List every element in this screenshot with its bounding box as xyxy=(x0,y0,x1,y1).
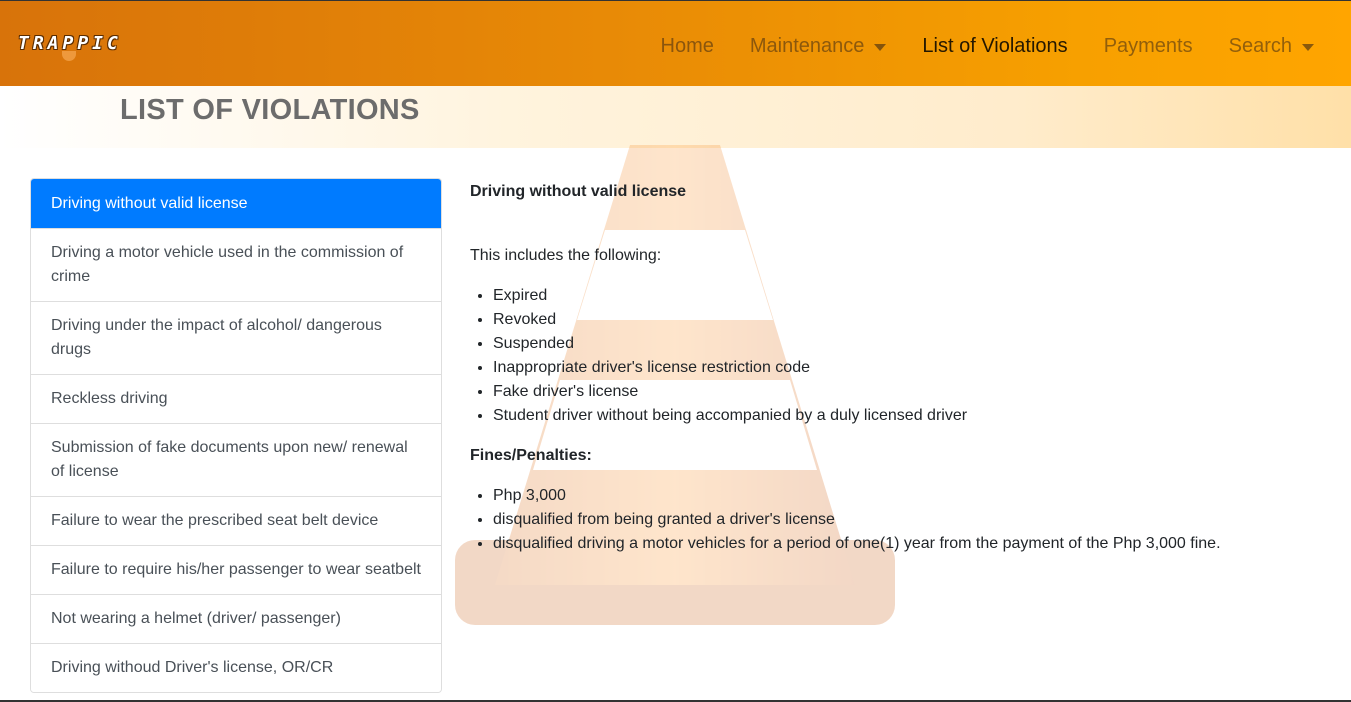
nav-item-payments[interactable]: Payments xyxy=(1104,35,1193,58)
list-item-violation[interactable]: Reckless driving xyxy=(31,374,441,423)
page-title: LIST OF VIOLATIONS xyxy=(120,94,420,126)
list-item: Expired xyxy=(493,284,1330,308)
nav-item-maintenance[interactable]: Maintenance xyxy=(750,35,887,58)
list-item-violation[interactable]: Driving under the impact of alcohol/ dan… xyxy=(31,301,441,374)
list-item: disqualified driving a motor vehicles fo… xyxy=(493,532,1330,556)
nav-menu: Home Maintenance List of Violations Paym… xyxy=(661,31,1351,61)
list-item: Suspended xyxy=(493,332,1330,356)
chevron-down-icon xyxy=(1302,43,1314,51)
violations-list: Driving without valid license Driving a … xyxy=(30,178,442,693)
penalties-list: Php 3,000 disqualified from being grante… xyxy=(470,484,1330,556)
list-item-violation[interactable]: Failure to wear the prescribed seat belt… xyxy=(31,496,441,545)
detail-title: Driving without valid license xyxy=(470,183,687,200)
top-navbar: TRAPPIC Home Maintenance List of Violati… xyxy=(0,0,1351,86)
nav-item-list-of-violations[interactable]: List of Violations xyxy=(922,35,1067,58)
list-item-violation[interactable]: Submission of fake documents upon new/ r… xyxy=(31,423,441,496)
list-item-violation[interactable]: Driving without valid license xyxy=(31,179,441,228)
includes-list: Expired Revoked Suspended Inappropriate … xyxy=(470,284,1330,428)
list-item: Revoked xyxy=(493,308,1330,332)
list-item: Student driver without being accompanied… xyxy=(493,404,1330,428)
nav-label: Payments xyxy=(1103,34,1193,57)
list-item-violation[interactable]: Not wearing a helmet (driver/ passenger) xyxy=(31,594,441,643)
list-item-violation[interactable]: Driving withoud Driver's license, OR/CR xyxy=(31,643,441,692)
detail-intro: This includes the following: xyxy=(470,247,662,264)
list-item: Fake driver's license xyxy=(493,380,1330,404)
nav-item-search[interactable]: Search xyxy=(1229,35,1314,58)
violation-detail-panel: Driving without valid license This inclu… xyxy=(470,180,1330,572)
list-item-violation[interactable]: Failure to require his/her passenger to … xyxy=(31,545,441,594)
list-item-violation[interactable]: Driving a motor vehicle used in the comm… xyxy=(31,228,441,301)
nav-item-home[interactable]: Home xyxy=(661,35,714,58)
nav-label: List of Violations xyxy=(922,34,1068,57)
list-item: Inappropriate driver's license restricti… xyxy=(493,356,1330,380)
list-item: Php 3,000 xyxy=(493,484,1330,508)
brand-cone-icon xyxy=(62,51,76,61)
nav-label: Maintenance xyxy=(749,34,865,57)
chevron-down-icon xyxy=(874,43,887,51)
nav-label: Search xyxy=(1228,34,1292,57)
nav-label: Home xyxy=(660,34,714,57)
penalties-title: Fines/Penalties: xyxy=(470,447,592,464)
list-item: disqualified from being granted a driver… xyxy=(493,508,1330,532)
